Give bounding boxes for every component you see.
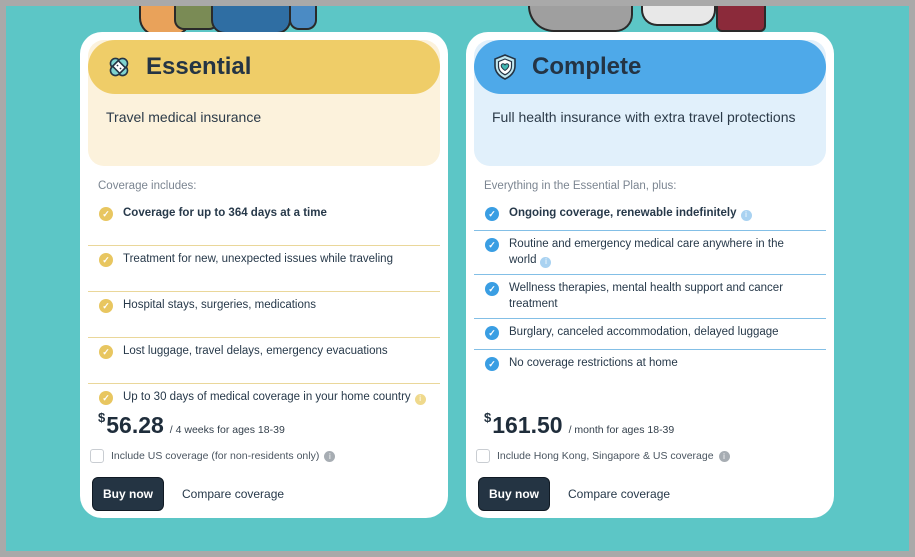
feature-text-wrap: Routine and emergency medical care anywh… xyxy=(509,236,789,268)
feature-item: ✓ Burglary, canceled accommodation, dela… xyxy=(474,319,826,350)
plan-actions: Buy now Compare coverage xyxy=(92,477,284,511)
plan-subtitle: Travel medical insurance xyxy=(106,109,262,125)
feature-text: Coverage for up to 364 days at a time xyxy=(123,207,327,219)
info-icon[interactable]: i xyxy=(540,256,552,268)
plan-subtitle: Full health insurance with extra travel … xyxy=(492,109,796,125)
plan-actions: Buy now Compare coverage xyxy=(478,477,670,511)
illustration-suitcase xyxy=(528,6,633,32)
price-amount: 161.50 xyxy=(492,412,563,438)
feature-text: Wellness therapies, mental health suppor… xyxy=(509,282,784,310)
feature-list: ✓ Coverage for up to 364 days at a time … xyxy=(88,200,440,430)
info-icon[interactable]: i xyxy=(740,209,752,221)
check-icon: ✓ xyxy=(99,253,113,267)
feature-item: ✓ Routine and emergency medical care any… xyxy=(474,231,826,275)
regional-coverage-checkbox[interactable] xyxy=(476,449,490,463)
price: $ 56.28 / 4 weeks for ages 18-39 xyxy=(98,410,285,439)
feature-text: Ongoing coverage, renewable indefinitely xyxy=(509,207,737,219)
bandage-icon xyxy=(104,52,134,82)
price-period: / month for ages 18-39 xyxy=(568,424,675,436)
plan-header: Essential Travel medical insurance xyxy=(88,40,440,166)
price-currency: $ xyxy=(98,410,106,425)
feature-text: Burglary, canceled accommodation, delaye… xyxy=(509,326,779,338)
feature-item: ✓ Lost luggage, travel delays, emergency… xyxy=(88,338,440,384)
plan-card-complete: Complete Full health insurance with extr… xyxy=(466,32,834,518)
check-icon: ✓ xyxy=(99,207,113,221)
illustration-traveler-coat xyxy=(716,6,766,32)
feature-text-wrap: Ongoing coverage, renewable indefinitely… xyxy=(509,205,752,221)
feature-text: Hospital stays, surgeries, medications xyxy=(123,299,317,311)
check-icon: ✓ xyxy=(99,299,113,313)
coverage-label: Coverage includes: xyxy=(98,180,197,192)
check-icon: ✓ xyxy=(485,282,499,296)
price-currency: $ xyxy=(484,410,492,425)
compare-coverage-link[interactable]: Compare coverage xyxy=(568,487,670,501)
feature-list: ✓ Ongoing coverage, renewable indefinite… xyxy=(474,200,826,381)
check-icon: ✓ xyxy=(99,391,113,405)
feature-text: Treatment for new, unexpected issues whi… xyxy=(123,253,393,265)
illustration-traveler-shoe xyxy=(289,6,317,30)
compare-coverage-link[interactable]: Compare coverage xyxy=(182,487,284,501)
plans-section: Essential Travel medical insurance Cover… xyxy=(6,6,909,551)
plan-card-essential: Essential Travel medical insurance Cover… xyxy=(80,32,448,518)
buy-now-button[interactable]: Buy now xyxy=(92,477,164,511)
plan-title-pill: Complete xyxy=(474,40,826,94)
feature-text: Lost luggage, travel delays, emergency e… xyxy=(123,345,388,357)
feature-item: ✓ Hospital stays, surgeries, medications xyxy=(88,292,440,338)
price: $ 161.50 / month for ages 18-39 xyxy=(484,410,675,439)
feature-item: ✓ Ongoing coverage, renewable indefinite… xyxy=(474,200,826,231)
illustration-traveler-legs xyxy=(211,6,291,34)
check-icon: ✓ xyxy=(485,326,499,340)
info-icon[interactable]: i xyxy=(324,450,336,462)
check-icon: ✓ xyxy=(99,345,113,359)
regional-coverage-label[interactable]: Include Hong Kong, Singapore & US covera… xyxy=(497,450,714,462)
check-icon: ✓ xyxy=(485,357,499,371)
feature-item: ✓ Treatment for new, unexpected issues w… xyxy=(88,246,440,292)
price-amount: 56.28 xyxy=(106,412,164,438)
info-icon[interactable]: i xyxy=(718,450,730,462)
check-icon: ✓ xyxy=(485,207,499,221)
feature-text: Up to 30 days of medical coverage in you… xyxy=(123,391,411,403)
us-coverage-checkbox[interactable] xyxy=(90,449,104,463)
plan-title: Complete xyxy=(532,53,642,80)
coverage-label: Everything in the Essential Plan, plus: xyxy=(484,180,677,192)
feature-text-wrap: Up to 30 days of medical coverage in you… xyxy=(123,389,426,405)
info-icon[interactable]: i xyxy=(414,393,426,405)
buy-now-button[interactable]: Buy now xyxy=(478,477,550,511)
shield-heart-icon xyxy=(490,52,520,82)
plan-title-pill: Essential xyxy=(88,40,440,94)
feature-item: ✓ No coverage restrictions at home xyxy=(474,350,826,381)
us-coverage-label[interactable]: Include US coverage (for non-residents o… xyxy=(111,450,319,462)
illustration-hands xyxy=(641,6,716,26)
feature-text: No coverage restrictions at home xyxy=(509,357,678,369)
price-period: / 4 weeks for ages 18-39 xyxy=(169,424,285,436)
feature-item: ✓ Coverage for up to 364 days at a time xyxy=(88,200,440,246)
check-icon: ✓ xyxy=(485,238,499,252)
plan-header: Complete Full health insurance with extr… xyxy=(474,40,826,166)
plan-title: Essential xyxy=(146,53,252,80)
us-coverage-option: Include US coverage (for non-residents o… xyxy=(90,449,336,463)
regional-coverage-option: Include Hong Kong, Singapore & US covera… xyxy=(476,449,730,463)
feature-item: ✓ Wellness therapies, mental health supp… xyxy=(474,275,826,319)
